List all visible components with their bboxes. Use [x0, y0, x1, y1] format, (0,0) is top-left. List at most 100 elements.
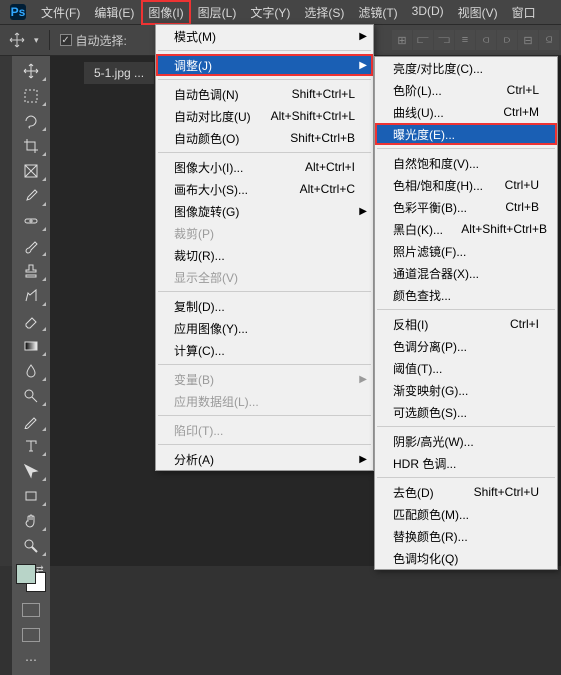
menu-滤镜[interactable]: 滤镜(T)	[351, 0, 404, 25]
zoom-tool[interactable]	[14, 534, 48, 558]
menu-item[interactable]: 裁切(R)...	[156, 244, 373, 266]
align-icon[interactable]: ⫑	[539, 30, 559, 50]
menu-item[interactable]: 调整(J)▶	[156, 54, 373, 76]
edit-toolbar[interactable]: ⋯	[14, 648, 48, 672]
quick-mask[interactable]	[14, 598, 48, 622]
stamp-tool[interactable]	[14, 259, 48, 283]
menu-item[interactable]: 阴影/高光(W)...	[375, 430, 557, 452]
menu-item[interactable]: 自动颜色(O)Shift+Ctrl+B	[156, 127, 373, 149]
align-icon[interactable]: ≡	[455, 30, 475, 50]
menu-item[interactable]: 替换颜色(R)...	[375, 525, 557, 547]
menu-item[interactable]: 色相/饱和度(H)...Ctrl+U	[375, 174, 557, 196]
align-icon[interactable]: ⫍	[413, 30, 433, 50]
menu-item[interactable]: 匹配颜色(M)...	[375, 503, 557, 525]
menu-item[interactable]: 图像旋转(G)▶	[156, 200, 373, 222]
menu-编辑[interactable]: 编辑(E)	[87, 0, 141, 25]
menu-item[interactable]: 黑白(K)...Alt+Shift+Ctrl+B	[375, 218, 557, 240]
color-swatch[interactable]: ⇄	[16, 564, 46, 592]
marquee-tool[interactable]	[14, 84, 48, 108]
menu-item[interactable]: 画布大小(S)...Alt+Ctrl+C	[156, 178, 373, 200]
align-icon[interactable]: ⫎	[434, 30, 454, 50]
menu-窗口[interactable]: 窗口	[505, 0, 543, 25]
menu-item-label: 曲线(U)...	[393, 104, 444, 121]
menu-选择[interactable]: 选择(S)	[297, 0, 351, 25]
menu-item[interactable]: 计算(C)...	[156, 339, 373, 361]
move-tool-icon[interactable]	[6, 29, 28, 51]
menu-item[interactable]: 自动对比度(U)Alt+Shift+Ctrl+L	[156, 105, 373, 127]
rect-tool[interactable]	[14, 484, 48, 508]
align-icon[interactable]: ⫏	[476, 30, 496, 50]
menu-item-label: 阈值(T)...	[393, 360, 442, 377]
menu-item-label: 模式(M)	[174, 28, 216, 45]
menu-item[interactable]: 色调分离(P)...	[375, 335, 557, 357]
menu-item[interactable]: 去色(D)Shift+Ctrl+U	[375, 481, 557, 503]
move-tool[interactable]	[14, 59, 48, 83]
menu-item[interactable]: 阈值(T)...	[375, 357, 557, 379]
menu-图层[interactable]: 图层(L)	[191, 0, 244, 25]
menu-item[interactable]: 亮度/对比度(C)...	[375, 57, 557, 79]
gradient-tool[interactable]	[14, 334, 48, 358]
menu-item[interactable]: 可选颜色(S)...	[375, 401, 557, 423]
menu-3d[interactable]: 3D(D)	[405, 0, 451, 25]
type-tool[interactable]	[14, 434, 48, 458]
menu-item[interactable]: 曝光度(E)...	[375, 123, 557, 145]
align-icon[interactable]: ⫐	[497, 30, 517, 50]
heal-tool[interactable]	[14, 209, 48, 233]
menu-item: 变量(B)▶	[156, 368, 373, 390]
menu-item[interactable]: 曲线(U)...Ctrl+M	[375, 101, 557, 123]
menu-item[interactable]: 通道混合器(X)...	[375, 262, 557, 284]
menu-item[interactable]: 分析(A)▶	[156, 448, 373, 470]
menu-item[interactable]: 照片滤镜(F)...	[375, 240, 557, 262]
menu-文字[interactable]: 文字(Y)	[243, 0, 297, 25]
crop-tool[interactable]	[14, 134, 48, 158]
shortcut: Ctrl+U	[505, 178, 539, 192]
brush-tool[interactable]	[14, 234, 48, 258]
menu-item[interactable]: HDR 色调...	[375, 452, 557, 474]
menu-视图[interactable]: 视图(V)	[451, 0, 505, 25]
menu-separator	[158, 444, 371, 445]
menu-item-label: 自动色调(N)	[174, 86, 239, 103]
menu-separator	[377, 477, 555, 478]
menu-item[interactable]: 色阶(L)...Ctrl+L	[375, 79, 557, 101]
hand-tool[interactable]	[14, 509, 48, 533]
menu-item: 显示全部(V)	[156, 266, 373, 288]
menu-item[interactable]: 反相(I)Ctrl+I	[375, 313, 557, 335]
menu-item-label: 裁剪(P)	[174, 225, 214, 242]
align-icon[interactable]: ⊟	[518, 30, 538, 50]
menu-文件[interactable]: 文件(F)	[34, 0, 87, 25]
menu-item-label: 颜色查找...	[393, 287, 451, 304]
menu-item[interactable]: 自动色调(N)Shift+Ctrl+L	[156, 83, 373, 105]
eraser-tool[interactable]	[14, 309, 48, 333]
menu-item[interactable]: 渐变映射(G)...	[375, 379, 557, 401]
left-strip	[0, 56, 12, 566]
screen-mode[interactable]	[14, 623, 48, 647]
eyedropper-tool[interactable]	[14, 184, 48, 208]
menu-item-label: 显示全部(V)	[174, 269, 238, 286]
menu-item: 陷印(T)...	[156, 419, 373, 441]
document-tab[interactable]: 5-1.jpg ...	[84, 62, 154, 84]
pen-tool[interactable]	[14, 409, 48, 433]
menu-item[interactable]: 图像大小(I)...Alt+Ctrl+I	[156, 156, 373, 178]
frame-tool[interactable]	[14, 159, 48, 183]
menu-item[interactable]: 复制(D)...	[156, 295, 373, 317]
menu-item[interactable]: 色彩平衡(B)...Ctrl+B	[375, 196, 557, 218]
menu-item[interactable]: 模式(M)▶	[156, 25, 373, 47]
history-tool[interactable]	[14, 284, 48, 308]
menu-图像[interactable]: 图像(I)	[141, 0, 190, 25]
auto-select-checkbox[interactable]: ✓	[60, 34, 72, 46]
dropdown-icon[interactable]: ▾	[34, 35, 39, 46]
svg-text:Ps: Ps	[11, 5, 26, 19]
blur-tool[interactable]	[14, 359, 48, 383]
shortcut: Ctrl+L	[507, 83, 539, 97]
menu-item[interactable]: 应用图像(Y)...	[156, 317, 373, 339]
menu-item-label: 替换颜色(R)...	[393, 528, 468, 545]
path-tool[interactable]	[14, 459, 48, 483]
lasso-tool[interactable]	[14, 109, 48, 133]
shortcut: Alt+Shift+Ctrl+B	[461, 222, 547, 236]
submenu-arrow-icon: ▶	[359, 206, 367, 217]
dodge-tool[interactable]	[14, 384, 48, 408]
submenu-arrow-icon: ▶	[359, 374, 367, 385]
align-icon[interactable]: ⊞	[392, 30, 412, 50]
menu-item[interactable]: 颜色查找...	[375, 284, 557, 306]
menu-item[interactable]: 自然饱和度(V)...	[375, 152, 557, 174]
